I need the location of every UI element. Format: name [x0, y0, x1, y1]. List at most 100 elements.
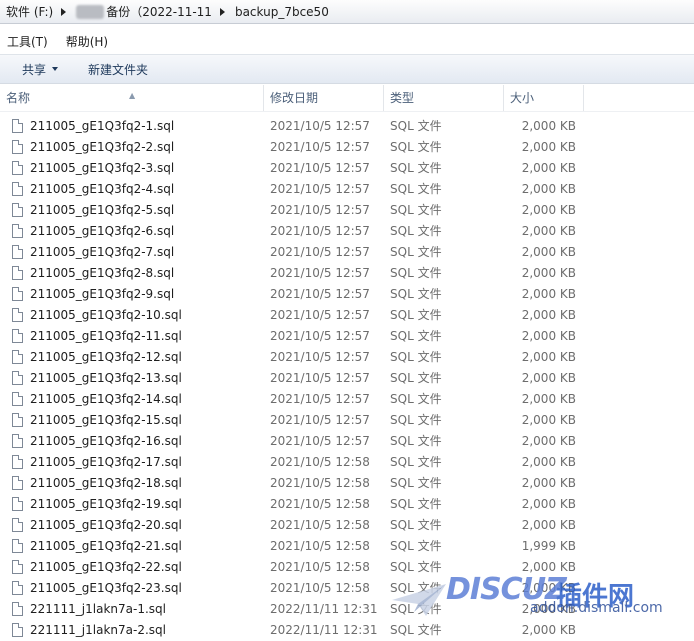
file-icon [12, 518, 23, 532]
file-type: SQL 文件 [390, 350, 442, 364]
file-date: 2021/10/5 12:57 [270, 308, 370, 322]
file-icon [12, 161, 23, 175]
file-row[interactable]: 211005_gE1Q3fq2-4.sql 2021/10/5 12:57 SQL … [0, 179, 694, 200]
file-icon [12, 308, 23, 322]
file-size: 2,000 KB [521, 371, 576, 385]
file-size: 2,000 KB [521, 224, 576, 238]
file-row[interactable]: 211005_gE1Q3fq2-7.sql 2021/10/5 12:57 SQL … [0, 242, 694, 263]
file-date: 2021/10/5 12:58 [270, 497, 370, 511]
file-size: 2,000 KB [521, 434, 576, 448]
menu-bar: 工具(T) 帮助(H) [0, 30, 694, 52]
file-icon [12, 245, 23, 259]
file-date: 2021/10/5 12:57 [270, 119, 370, 133]
file-row[interactable]: 211005_gE1Q3fq2-13.sql 2021/10/5 12:57 SQL… [0, 368, 694, 389]
file-row[interactable]: 211005_gE1Q3fq2-15.sql 2021/10/5 12:57 SQL… [0, 410, 694, 431]
file-icon [12, 371, 23, 385]
file-icon [12, 119, 23, 133]
file-name: 221111_j1lakn7a-2.sql [30, 623, 166, 637]
file-type: SQL 文件 [390, 392, 442, 406]
file-type: SQL 文件 [390, 497, 442, 511]
file-type: SQL 文件 [390, 119, 442, 133]
file-row[interactable]: 211005_gE1Q3fq2-2.sql 2021/10/5 12:57 SQL … [0, 137, 694, 158]
file-name: 211005_gE1Q3fq2-9.sql [30, 287, 175, 301]
breadcrumb-folder[interactable]: 备份（2022-11-11 [106, 3, 212, 20]
file-type: SQL 文件 [390, 140, 442, 154]
breadcrumb-separator-icon[interactable] [219, 7, 225, 16]
file-type: SQL 文件 [390, 371, 442, 385]
file-row[interactable]: 211005_gE1Q3fq2-6.sql 2021/10/5 12:57 SQL … [0, 221, 694, 242]
file-icon [12, 434, 23, 448]
sort-ascending-icon: ▲ [129, 91, 136, 100]
file-type: SQL 文件 [390, 203, 442, 217]
menu-help[interactable]: 帮助(H) [66, 33, 108, 50]
file-row[interactable]: 211005_gE1Q3fq2-10.sql 2021/10/5 12:57 SQL… [0, 305, 694, 326]
file-name: 211005_gE1Q3fq2-10.sql [30, 308, 182, 322]
file-size: 2,000 KB [521, 476, 576, 490]
address-bar[interactable]: 软件 (F:) 备份（2022-11-11 backup_7bce50 [0, 0, 694, 24]
file-size: 2,000 KB [521, 350, 576, 364]
file-date: 2021/10/5 12:58 [270, 518, 370, 532]
file-date: 2022/11/11 12:31 [270, 623, 378, 637]
breadcrumb-subfolder[interactable]: backup_7bce50 [235, 5, 329, 19]
file-row[interactable]: 211005_gE1Q3fq2-18.sql 2021/10/5 12:58 SQL… [0, 473, 694, 494]
watermark: DISCUZ 插件网 addon.dismall.com [390, 570, 680, 630]
file-row[interactable]: 211005_gE1Q3fq2-12.sql 2021/10/5 12:57 SQL… [0, 347, 694, 368]
breadcrumb-separator-icon[interactable] [61, 7, 67, 16]
file-size: 2,000 KB [521, 119, 576, 133]
file-type: SQL 文件 [390, 434, 442, 448]
file-row[interactable]: 211005_gE1Q3fq2-11.sql 2021/10/5 12:57 SQL… [0, 326, 694, 347]
file-name: 211005_gE1Q3fq2-21.sql [30, 539, 182, 553]
file-icon [12, 455, 23, 469]
file-date: 2021/10/5 12:58 [270, 455, 370, 469]
file-row[interactable]: 211005_gE1Q3fq2-19.sql 2021/10/5 12:58 SQL… [0, 494, 694, 515]
breadcrumb-drive[interactable]: 软件 (F:) [6, 3, 53, 20]
chevron-down-icon [52, 67, 59, 71]
file-row[interactable]: 211005_gE1Q3fq2-1.sql 2021/10/5 12:57 SQL … [0, 116, 694, 137]
file-size: 2,000 KB [521, 497, 576, 511]
file-type: SQL 文件 [390, 329, 442, 343]
command-bar: 共享 新建文件夹 [0, 54, 694, 84]
file-date: 2021/10/5 12:57 [270, 182, 370, 196]
file-date: 2021/10/5 12:58 [270, 560, 370, 574]
menu-tools[interactable]: 工具(T) [7, 33, 48, 50]
file-size: 2,000 KB [521, 287, 576, 301]
paper-plane-icon [392, 584, 446, 616]
file-row[interactable]: 211005_gE1Q3fq2-14.sql 2021/10/5 12:57 SQL… [0, 389, 694, 410]
file-type: SQL 文件 [390, 476, 442, 490]
file-row[interactable]: 211005_gE1Q3fq2-3.sql 2021/10/5 12:57 SQL … [0, 158, 694, 179]
column-header-type[interactable]: 类型 [384, 85, 504, 111]
file-icon [12, 329, 23, 343]
file-date: 2022/11/11 12:31 [270, 602, 378, 616]
file-icon [12, 224, 23, 238]
file-row[interactable]: 211005_gE1Q3fq2-8.sql 2021/10/5 12:57 SQL … [0, 263, 694, 284]
file-icon [12, 623, 23, 637]
file-row[interactable]: 211005_gE1Q3fq2-5.sql 2021/10/5 12:57 SQL … [0, 200, 694, 221]
file-name: 211005_gE1Q3fq2-15.sql [30, 413, 182, 427]
file-date: 2021/10/5 12:57 [270, 371, 370, 385]
file-row[interactable]: 211005_gE1Q3fq2-20.sql 2021/10/5 12:58 SQL… [0, 515, 694, 536]
file-icon [12, 413, 23, 427]
file-name: 211005_gE1Q3fq2-16.sql [30, 434, 182, 448]
column-header-name[interactable]: 名称 ▲ [0, 85, 264, 111]
column-header-type-label: 类型 [390, 91, 415, 105]
column-header-size[interactable]: 大小 [504, 85, 584, 111]
file-row[interactable]: 211005_gE1Q3fq2-17.sql 2021/10/5 12:58 SQL… [0, 452, 694, 473]
share-button[interactable]: 共享 [22, 61, 59, 78]
file-size: 2,000 KB [521, 455, 576, 469]
file-icon [12, 266, 23, 280]
file-row[interactable]: 211005_gE1Q3fq2-9.sql 2021/10/5 12:57 SQL … [0, 284, 694, 305]
file-name: 211005_gE1Q3fq2-20.sql [30, 518, 182, 532]
file-type: SQL 文件 [390, 287, 442, 301]
file-list: 211005_gE1Q3fq2-1.sql 2021/10/5 12:57 SQL … [0, 116, 694, 641]
file-name: 211005_gE1Q3fq2-14.sql [30, 392, 182, 406]
new-folder-button[interactable]: 新建文件夹 [88, 61, 148, 78]
file-row[interactable]: 211005_gE1Q3fq2-21.sql 2021/10/5 12:58 SQL… [0, 536, 694, 557]
file-icon [12, 497, 23, 511]
column-header-date[interactable]: 修改日期 [264, 85, 384, 111]
file-size: 2,000 KB [521, 266, 576, 280]
file-type: SQL 文件 [390, 518, 442, 532]
file-icon [12, 287, 23, 301]
file-row[interactable]: 211005_gE1Q3fq2-16.sql 2021/10/5 12:57 SQL… [0, 431, 694, 452]
file-name: 211005_gE1Q3fq2-4.sql [30, 182, 175, 196]
file-name: 211005_gE1Q3fq2-12.sql [30, 350, 182, 364]
